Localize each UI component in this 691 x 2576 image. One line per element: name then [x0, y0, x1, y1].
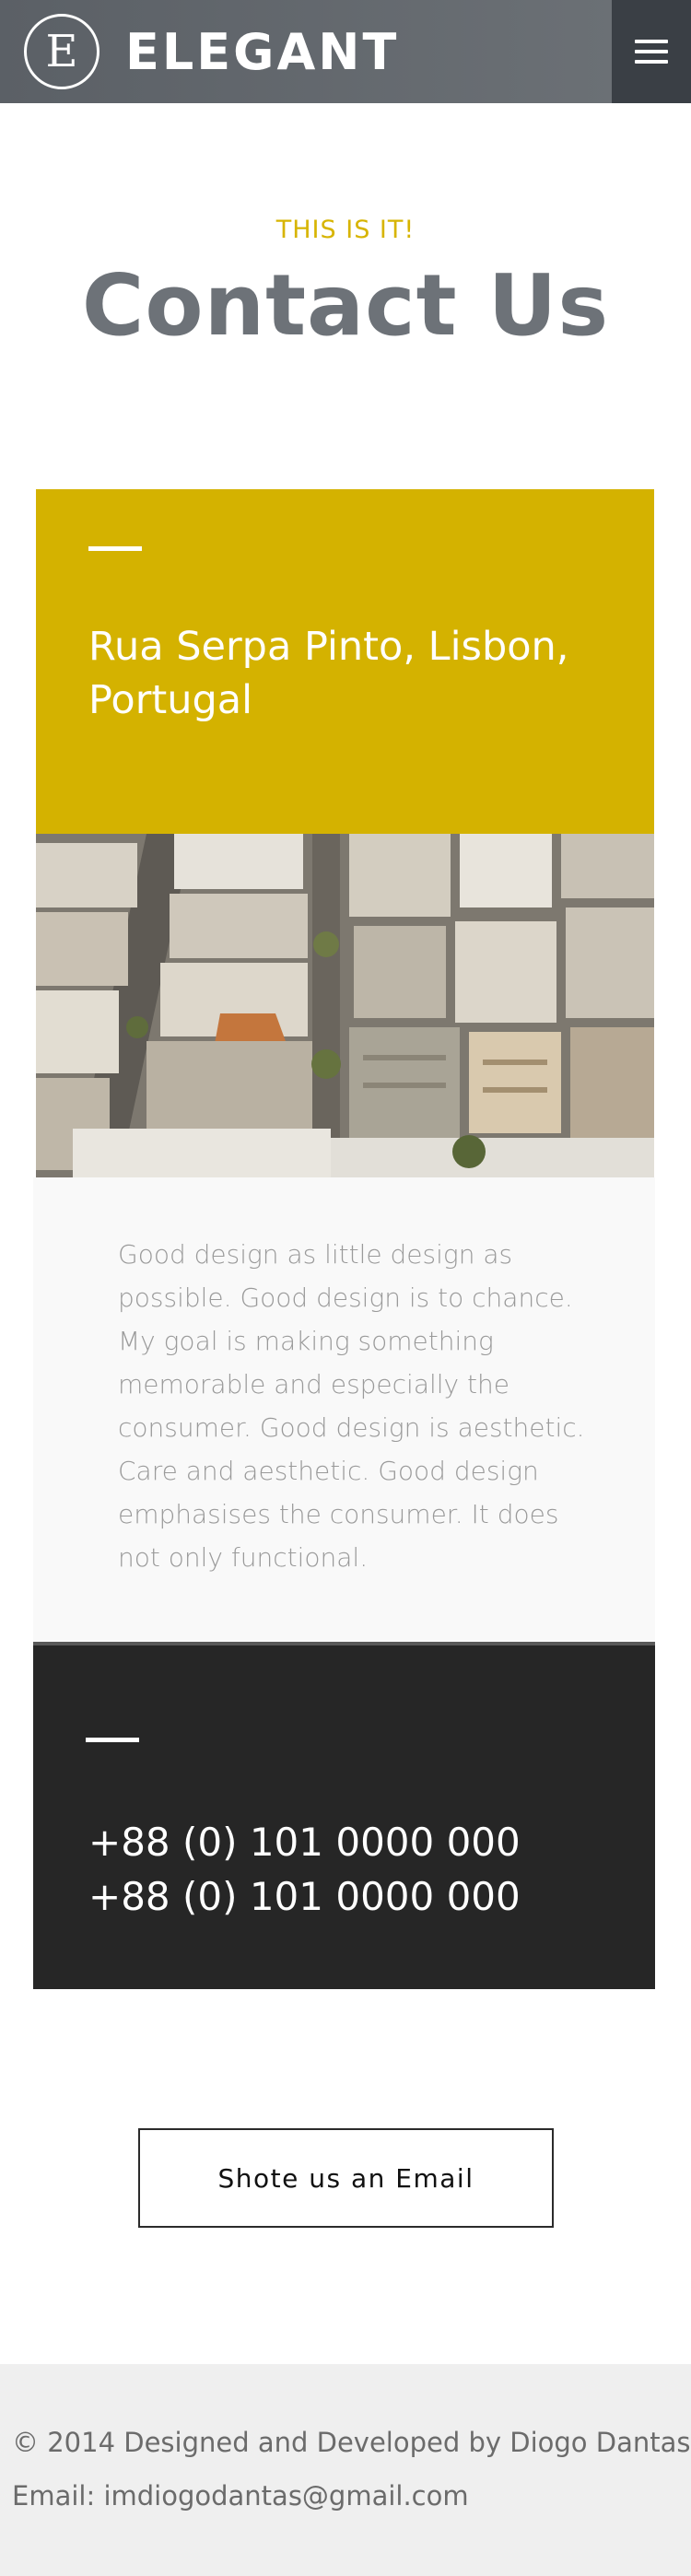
description-text: Good design as little design as possible… [118, 1239, 585, 1573]
address-card: Rua Serpa Pinto, Lisbon, Portugal [36, 489, 654, 834]
page-kicker: THIS IS IT! [275, 216, 416, 244]
page-title: Contact Us [81, 256, 610, 355]
hamburger-menu-icon[interactable] [612, 0, 691, 103]
menu-bar [635, 60, 668, 64]
logo-text: ELEGANT [125, 22, 400, 81]
phone-numbers: +88 (0) 101 0000 000 +88 (0) 101 0000 00… [88, 1815, 521, 1924]
city-illustration [36, 834, 654, 1177]
menu-bar [635, 40, 668, 43]
contact-page: E ELEGANT THIS IS IT! Contact Us Rua Ser… [0, 0, 691, 2576]
site-logo[interactable]: E ELEGANT [24, 13, 399, 90]
site-header: E ELEGANT [0, 0, 691, 103]
site-footer: © 2014 Designed and Developed by Diogo D… [0, 2364, 691, 2576]
phone-card: +88 (0) 101 0000 000 +88 (0) 101 0000 00… [33, 1642, 655, 1989]
footer-copyright: © 2014 Designed and Developed by Diogo D… [12, 2427, 691, 2458]
menu-bar [635, 50, 668, 53]
accent-dash [88, 546, 142, 551]
phone-number-2[interactable]: +88 (0) 101 0000 000 [88, 1869, 521, 1924]
address-text: Rua Serpa Pinto, Lisbon, Portugal [88, 624, 569, 723]
footer-email[interactable]: Email: imdiogodantas@gmail.com [12, 2480, 469, 2512]
accent-dash [86, 1738, 139, 1742]
description-card: Good design as little design as possible… [33, 1177, 655, 1642]
phone-number-1[interactable]: +88 (0) 101 0000 000 [88, 1815, 521, 1869]
city-aerial-image [36, 834, 654, 1177]
logo-emblem: E [24, 14, 100, 89]
email-button[interactable]: Shote us an Email [138, 2128, 554, 2228]
